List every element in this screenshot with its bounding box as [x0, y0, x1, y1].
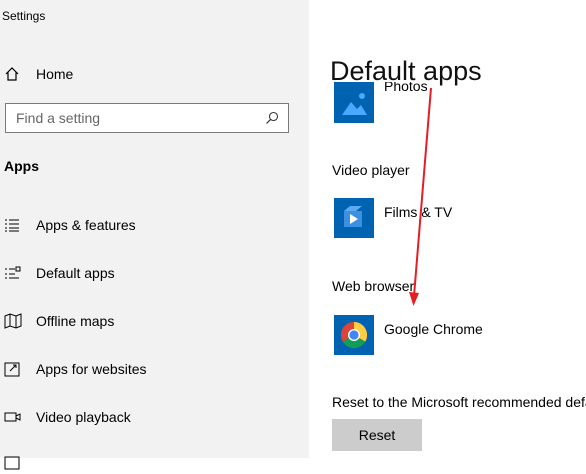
sidebar-item-label: Video playback — [36, 409, 131, 425]
web-browser-app-name: Google Chrome — [384, 321, 483, 337]
sidebar: Settings Home Apps Apps & features Defau… — [0, 0, 309, 470]
window-title: Settings — [2, 9, 46, 23]
section-title: Apps — [4, 158, 39, 174]
home-icon — [4, 66, 20, 82]
web-browser-picker[interactable]: Google Chrome — [334, 315, 483, 355]
video-player-app-name: Films & TV — [384, 204, 453, 220]
map-icon — [4, 313, 22, 329]
sidebar-item-home[interactable]: Home — [4, 62, 73, 86]
sidebar-item-label: Apps & features — [36, 217, 136, 233]
video-player-label: Video player — [332, 162, 410, 178]
films-tv-icon — [334, 198, 374, 238]
home-label: Home — [36, 66, 74, 82]
partial-icon — [4, 454, 22, 470]
reset-button[interactable]: Reset — [332, 419, 422, 451]
sidebar-item-offline-maps[interactable]: Offline maps — [4, 309, 114, 333]
chrome-icon — [334, 315, 374, 355]
video-icon — [4, 409, 22, 425]
open-link-icon — [4, 361, 22, 377]
sidebar-item-default-apps[interactable]: Default apps — [4, 261, 115, 285]
photos-app-picker[interactable]: Photos — [334, 82, 428, 123]
sidebar-item-apps-features[interactable]: Apps & features — [4, 213, 136, 237]
photos-app-name: Photos — [384, 82, 428, 94]
list-icon — [4, 217, 22, 233]
search-icon[interactable] — [264, 110, 280, 126]
sidebar-item-video-playback[interactable]: Video playback — [4, 405, 131, 429]
sidebar-item-label: Default apps — [36, 265, 115, 281]
web-browser-label: Web browser — [332, 278, 415, 294]
photos-app-icon — [334, 82, 374, 123]
sidebar-item-partial[interactable] — [4, 450, 36, 474]
sidebar-item-label: Apps for websites — [36, 361, 147, 377]
search-input[interactable] — [6, 109, 264, 127]
sidebar-item-apps-for-websites[interactable]: Apps for websites — [4, 357, 147, 381]
video-player-picker[interactable]: Films & TV — [334, 198, 452, 238]
sidebar-item-label: Offline maps — [36, 313, 115, 329]
reset-description: Reset to the Microsoft recommended defau… — [332, 394, 586, 410]
default-apps-icon — [4, 265, 22, 281]
search-box[interactable] — [5, 103, 289, 133]
